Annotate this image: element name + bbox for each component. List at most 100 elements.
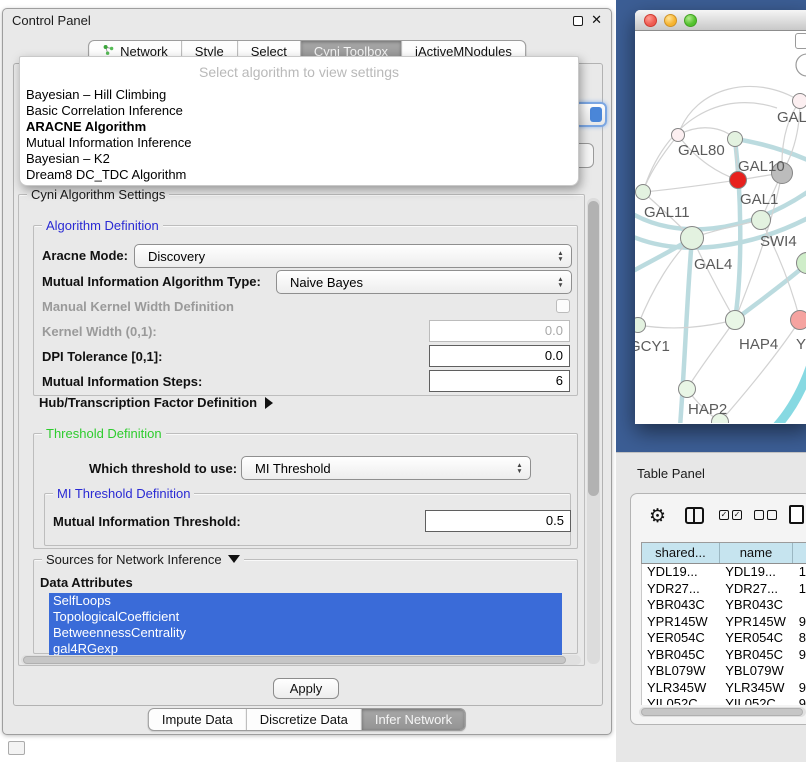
table-cell <box>794 663 806 680</box>
settings-group-title: Cyni Algorithm Settings <box>27 187 169 202</box>
table-hscrollbar-thumb[interactable] <box>641 708 803 716</box>
mi-type-select[interactable]: Naive Bayes ▲▼ <box>276 270 572 294</box>
table-cell: YDR27... <box>720 581 794 598</box>
network-node[interactable] <box>790 310 806 330</box>
kernel-width-field[interactable]: 0.0 <box>429 320 570 342</box>
data-attributes-list: SelfLoopsTopologicalCoefficientBetweenne… <box>49 593 562 655</box>
mi-steps-field[interactable]: 6 <box>429 370 570 392</box>
settings-vscrollbar-thumb[interactable] <box>588 201 599 496</box>
canvas-overlay-box <box>795 33 806 49</box>
table-row[interactable]: YLR345WYLR345W9. <box>642 680 806 697</box>
algorithm-option-bayesian-hill-climbing[interactable]: Bayesian – Hill Climbing <box>20 87 578 103</box>
table-cell: YBL079W <box>642 663 720 680</box>
table-cell: 9. <box>794 647 806 664</box>
network-node[interactable] <box>671 128 685 142</box>
column-header-name[interactable]: name <box>720 543 793 563</box>
column-header-shared[interactable]: shared... <box>642 543 720 563</box>
network-node[interactable] <box>635 184 651 200</box>
tab-discretize-data[interactable]: Discretize Data <box>246 709 361 730</box>
table-row[interactable]: YER054CYER054C8. <box>642 630 806 647</box>
table-row[interactable]: YBR045CYBR045C9. <box>642 647 806 664</box>
close-icon[interactable]: ✕ <box>591 12 602 28</box>
export-table-icon[interactable] <box>789 505 804 524</box>
aracne-mode-select[interactable]: Discovery ▲▼ <box>134 244 572 268</box>
table-cell: YBR043C <box>720 597 794 614</box>
sources-group-title[interactable]: Sources for Network Inference <box>42 552 244 567</box>
manual-kernel-checkbox[interactable] <box>556 299 570 313</box>
node-label-gal80: GAL80 <box>678 142 725 159</box>
network-node[interactable] <box>751 210 771 230</box>
control-panel-window: Control Panel ✕ NetworkStyleSelectCyni T… <box>2 8 612 735</box>
threshold-definition-group: Threshold Definition Which threshold to … <box>33 433 578 549</box>
settings-hscrollbar[interactable] <box>21 655 581 665</box>
network-canvas[interactable]: GAL80GAL10GAL1GAL11SWI4GAL4GCY1HAP4YHAP2… <box>635 31 806 423</box>
table-cell: YPR145W <box>720 614 794 631</box>
node-table: shared...nameA YDL19...YDL19...13YDR27..… <box>641 542 806 705</box>
table-cell: 8. <box>794 630 806 647</box>
hub-definition-label: Hub/Transcription Factor Definition <box>39 395 257 410</box>
table-cell <box>794 597 806 614</box>
algorithm-option-bayesian-k2[interactable]: Bayesian – K2 <box>20 151 578 167</box>
attribute-item-gal4rgexp[interactable]: gal4RGexp <box>49 641 562 655</box>
table-cell: YBR043C <box>642 597 720 614</box>
deselect-all-columns-icon[interactable] <box>754 510 777 520</box>
network-node[interactable] <box>792 93 806 109</box>
mi-type-value: Naive Bayes <box>290 275 363 290</box>
sources-group: Sources for Network Inference Data Attri… <box>33 559 578 654</box>
table-row[interactable]: YDL19...YDL19...13 <box>642 564 806 581</box>
column-header-a[interactable]: A <box>793 543 806 563</box>
table-row[interactable]: YDR27...YDR27...12 <box>642 581 806 598</box>
network-node[interactable] <box>727 131 743 147</box>
settings-hscrollbar-thumb[interactable] <box>23 656 566 664</box>
mi-type-label: Mutual Information Algorithm Type: <box>42 274 261 289</box>
attribute-item-selfloops[interactable]: SelfLoops <box>49 593 562 609</box>
table-body: YDL19...YDL19...13YDR27...YDR27...12YBR0… <box>641 564 806 705</box>
table-cell: YER054C <box>642 630 720 647</box>
minimize-window-icon[interactable] <box>664 14 677 27</box>
tab-infer-network[interactable]: Infer Network <box>361 709 465 730</box>
float-window-icon[interactable] <box>573 16 583 26</box>
network-node[interactable] <box>678 380 696 398</box>
table-toolbar: ⚙ ✓✓ <box>631 504 806 530</box>
node-label-hap4: HAP4 <box>739 336 778 353</box>
table-row[interactable]: YBR043CYBR043C <box>642 597 806 614</box>
hub-definition-expander[interactable]: Hub/Transcription Factor Definition <box>39 395 273 410</box>
control-panel-title: Control Panel <box>12 13 91 28</box>
network-node[interactable] <box>680 226 704 250</box>
table-row[interactable]: YPR145WYPR145W9. <box>642 614 806 631</box>
attribute-item-topologicalcoefficient[interactable]: TopologicalCoefficient <box>49 609 562 625</box>
algorithm-option-aracne-algorithm[interactable]: ARACNE Algorithm <box>20 119 578 135</box>
network-node[interactable] <box>725 310 745 330</box>
settings-gear-icon[interactable]: ⚙ <box>649 505 666 528</box>
algorithm-option-dream8-dc-tdc-algorithm[interactable]: Dream8 DC_TDC Algorithm <box>20 167 578 183</box>
show-columns-icon[interactable] <box>685 507 704 524</box>
node-table-panel: ⚙ ✓✓ shared...nameA YDL19...YDL19...13YD… <box>630 493 806 725</box>
table-cell: YER054C <box>720 630 794 647</box>
close-window-icon[interactable] <box>644 14 657 27</box>
table-header-row: shared...nameA <box>641 542 806 564</box>
cyni-algorithm-settings-group: Cyni Algorithm Settings Algorithm Defini… <box>18 194 585 666</box>
select-all-columns-icon[interactable]: ✓✓ <box>719 510 742 520</box>
dpi-tolerance-label: DPI Tolerance [0,1]: <box>42 349 162 364</box>
algorithm-option-basic-correlation-inference[interactable]: Basic Correlation Inference <box>20 103 578 119</box>
table-panel-title: Table Panel <box>637 466 705 481</box>
mi-threshold-field[interactable]: 0.5 <box>425 510 571 532</box>
algorithm-definition-title: Algorithm Definition <box>42 218 163 233</box>
settings-vscrollbar[interactable] <box>587 198 600 664</box>
apply-button[interactable]: Apply <box>273 678 339 699</box>
mi-threshold-label: Mutual Information Threshold: <box>53 514 241 529</box>
table-row[interactable]: YIL052CYIL052C9. <box>642 696 806 705</box>
tab-impute-data[interactable]: Impute Data <box>149 709 246 730</box>
dock-panel-icon[interactable] <box>8 741 25 755</box>
expand-arrow-icon <box>265 397 273 409</box>
algorithm-option-mutual-information-inference[interactable]: Mutual Information Inference <box>20 135 578 151</box>
which-threshold-select[interactable]: MI Threshold ▲▼ <box>241 456 531 480</box>
table-row[interactable]: YBL079WYBL079W <box>642 663 806 680</box>
attribute-item-betweennesscentrality[interactable]: BetweennessCentrality <box>49 625 562 641</box>
dpi-tolerance-field[interactable]: 0.0 <box>429 345 570 367</box>
zoom-window-icon[interactable] <box>684 14 697 27</box>
node-label-gal10: GAL10 <box>738 158 785 175</box>
table-hscrollbar[interactable] <box>639 707 806 717</box>
table-cell: 13 <box>794 564 806 581</box>
sources-title-text: Sources for Network Inference <box>46 552 222 567</box>
